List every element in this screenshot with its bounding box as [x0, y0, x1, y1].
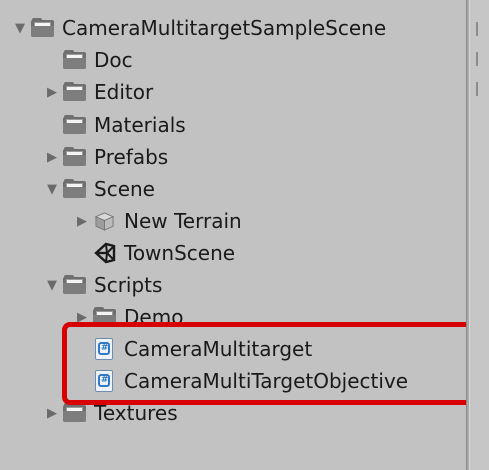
- tree-item-materials[interactable]: ▶ Materials: [44, 109, 186, 141]
- tree-item-label: Scripts: [94, 273, 163, 297]
- tree-item-label: TownScene: [124, 241, 236, 265]
- tree-item-label: Scene: [94, 177, 155, 201]
- collapsed-arrow-icon[interactable]: ▶: [44, 82, 60, 102]
- expanded-arrow-icon[interactable]: ▼: [44, 179, 60, 199]
- tree-item-new-terrain[interactable]: ▶ New Terrain: [74, 205, 242, 237]
- unity-scene-icon: [92, 242, 118, 264]
- expanded-arrow-icon[interactable]: ▼: [44, 275, 60, 295]
- folder-icon: [62, 274, 88, 296]
- project-panel: ▼ CameraMultitargetSampleScene ▶ Doc ▶ E…: [0, 0, 484, 470]
- terrain-prefab-icon: [92, 210, 118, 232]
- tree-item-editor[interactable]: ▶ Editor: [44, 76, 153, 108]
- panel-tick: [476, 22, 478, 36]
- folder-icon: [62, 81, 88, 103]
- tree-item-cameramultitargetobjective[interactable]: ▶ # CameraMultiTargetObjective: [74, 365, 408, 397]
- tree-item-townscene[interactable]: ▶ TownScene: [74, 237, 235, 269]
- tree-item-prefabs[interactable]: ▶ Prefabs: [44, 141, 168, 173]
- tree-item-label: CameraMultitarget: [124, 337, 313, 361]
- folder-icon: [62, 402, 88, 424]
- tree-item-doc[interactable]: ▶ Doc: [44, 44, 133, 76]
- tree-item-scripts[interactable]: ▼ Scripts: [44, 269, 162, 301]
- folder-icon: [62, 49, 88, 71]
- tree-item-label: Editor: [94, 80, 154, 104]
- right-panel: [470, 0, 489, 470]
- csharp-script-icon: #: [92, 338, 118, 360]
- tree-item-label: Prefabs: [94, 145, 169, 169]
- collapsed-arrow-icon[interactable]: ▶: [44, 147, 60, 167]
- tree-item-cameramultitarget[interactable]: ▶ # CameraMultitarget: [74, 333, 312, 365]
- tree-item-root[interactable]: ▼ CameraMultitargetSampleScene: [12, 12, 386, 44]
- csharp-script-icon: #: [92, 370, 118, 392]
- folder-icon: [62, 178, 88, 200]
- panel-tick: [476, 52, 478, 66]
- collapsed-arrow-icon[interactable]: ▶: [44, 403, 60, 423]
- folder-icon: [62, 114, 88, 136]
- tree-item-label: New Terrain: [124, 209, 242, 233]
- tree-item-scene[interactable]: ▼ Scene: [44, 173, 155, 205]
- tree-item-label: Materials: [94, 113, 186, 137]
- tree-item-label: Doc: [94, 48, 133, 72]
- expanded-arrow-icon[interactable]: ▼: [12, 18, 28, 38]
- tree-item-label: CameraMultitargetSampleScene: [62, 16, 387, 40]
- collapsed-arrow-icon[interactable]: ▶: [74, 211, 90, 231]
- folder-icon: [30, 17, 56, 39]
- tree-item-label: CameraMultiTargetObjective: [124, 369, 409, 393]
- panel-tick: [476, 82, 478, 96]
- folder-icon: [62, 146, 88, 168]
